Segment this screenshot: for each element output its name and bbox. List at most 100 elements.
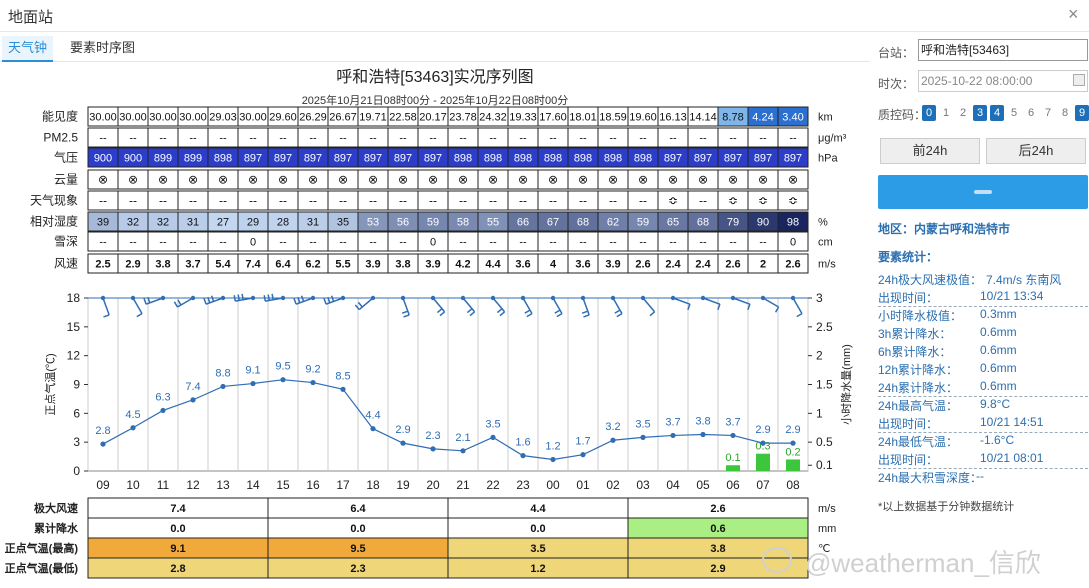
table-cell-text: -- xyxy=(459,194,467,208)
temperature-label: 4.4 xyxy=(365,410,380,422)
stat-row: 3h累计降水： 0.6mm xyxy=(878,324,1088,342)
table-cell-text: -- xyxy=(309,194,317,208)
stat-value: 0.6mm xyxy=(980,361,1017,375)
table-cell-text: -- xyxy=(729,237,737,249)
next-24h-button[interactable]: 后24h xyxy=(986,138,1086,164)
table-cell-text: -- xyxy=(639,194,647,208)
summary-cell-text: 2.8 xyxy=(170,563,185,575)
table-cell-text: 19.33 xyxy=(509,112,537,124)
wind-barb-station xyxy=(580,295,586,301)
table-cell-text: 2.5 xyxy=(95,259,110,271)
table-cell-text: 39 xyxy=(97,217,109,229)
table-cell-text: ⊗ xyxy=(518,173,528,187)
table-cell-text: 898 xyxy=(454,153,472,165)
table-cell-text: 897 xyxy=(694,153,712,165)
temperature-point xyxy=(310,379,316,386)
stat-key: 24h最大积雪深度： xyxy=(878,471,983,485)
temperature-point xyxy=(280,377,286,383)
temperature-point xyxy=(190,397,196,403)
x-tick-label: 21 xyxy=(456,478,470,492)
stat-row: 出现时间： 10/21 08:01 xyxy=(878,450,1088,468)
temperature-point xyxy=(160,407,166,414)
x-tick-label: 11 xyxy=(157,478,170,492)
wind-barb-station xyxy=(790,295,796,301)
table-cell-text: 898 xyxy=(604,153,622,165)
row-unit: μg/m³ xyxy=(818,133,847,145)
time-input[interactable]: 2025-10-22 08:00:00 xyxy=(918,70,1088,92)
temperature-point xyxy=(100,441,106,447)
precip-bar xyxy=(786,459,800,471)
wind-barb-station xyxy=(760,295,766,301)
temperature-label: 9.2 xyxy=(305,364,320,376)
x-tick-label: 20 xyxy=(426,478,440,492)
calendar-icon[interactable] xyxy=(1073,74,1085,86)
stat-key: 24h最低气温： xyxy=(878,435,959,449)
station-label: 台站： xyxy=(878,46,915,60)
table-cell-text: 3.40 xyxy=(782,112,803,124)
row-label: 气压 xyxy=(54,150,78,165)
stat-row: 24h最低气温： -1.6°C xyxy=(878,432,1088,450)
tab-weather-clock[interactable]: 天气钟 xyxy=(2,36,54,62)
y-left-tick-label: 0 xyxy=(73,464,80,478)
table-cell-text: 90 xyxy=(757,217,769,229)
wind-barb-station xyxy=(160,295,166,301)
row-label: 天气现象 xyxy=(30,193,78,208)
qc-code[interactable]: 8 xyxy=(1058,105,1072,121)
wind-barb-station xyxy=(130,295,136,301)
temperature-point xyxy=(370,426,376,432)
summary-row-label: 累计降水 xyxy=(34,521,79,535)
table-cell-text: 3.6 xyxy=(575,259,590,271)
wind-barb-station xyxy=(700,295,706,301)
table-cell-text: 5.5 xyxy=(335,259,350,271)
prev-24h-button[interactable]: 前24h xyxy=(880,138,980,164)
station-input[interactable]: 呼和浩特[53463] xyxy=(918,39,1088,61)
table-cell-text: 59 xyxy=(427,217,439,229)
table-cell-text: -- xyxy=(489,133,497,145)
table-cell-text: -- xyxy=(609,194,617,208)
summary-cell-text: 9.1 xyxy=(170,543,185,555)
table-cell-text: 5.4 xyxy=(215,259,231,271)
table-cell-text: -- xyxy=(639,133,647,145)
summary-cell-text: 7.4 xyxy=(170,503,186,515)
row-unit: % xyxy=(818,217,828,229)
table-cell-text: 897 xyxy=(754,153,772,165)
tab-element-timeseries[interactable]: 要素时序图 xyxy=(64,36,141,62)
qc-code[interactable]: 3 xyxy=(973,105,987,121)
summary-row-unit: mm xyxy=(818,523,836,535)
qc-code[interactable]: 1 xyxy=(939,105,953,121)
summary-cell-text: 2.3 xyxy=(350,563,365,575)
temperature-label: 3.5 xyxy=(635,418,650,430)
table-cell-text: 28 xyxy=(277,217,289,229)
table-cell-text: -- xyxy=(129,237,137,249)
qc-code[interactable]: 4 xyxy=(990,105,1004,121)
y-left-tick-label: 15 xyxy=(67,320,81,334)
x-tick-label: 03 xyxy=(636,478,650,492)
table-cell-text: 3.8 xyxy=(155,259,170,271)
x-tick-label: 09 xyxy=(96,478,110,492)
row-unit: km xyxy=(818,112,833,124)
qc-code[interactable]: 5 xyxy=(1007,105,1021,121)
qc-code[interactable]: 9 xyxy=(1075,105,1089,121)
stat-value: 9.8°C xyxy=(980,397,1011,411)
wind-barb-station xyxy=(640,295,646,301)
table-cell-text: ⊗ xyxy=(158,173,168,187)
temperature-point xyxy=(730,432,736,439)
table-cell-text: 30.00 xyxy=(89,112,117,124)
qc-code[interactable]: 7 xyxy=(1041,105,1055,121)
table-cell-text: 4.4 xyxy=(485,259,501,271)
table-cell-text: -- xyxy=(279,133,287,145)
table-cell-text: -- xyxy=(699,237,707,249)
table-cell-text: 0 xyxy=(430,237,436,249)
x-tick-label: 07 xyxy=(756,478,770,492)
close-icon[interactable]: × xyxy=(1068,4,1079,25)
table-cell-text: 18.01 xyxy=(569,112,597,124)
table-cell-text: -- xyxy=(189,194,197,208)
query-button[interactable] xyxy=(878,175,1088,209)
table-cell-text: 7.4 xyxy=(245,259,261,271)
table-cell-text: 16.13 xyxy=(659,112,687,124)
qc-code[interactable]: 6 xyxy=(1024,105,1038,121)
qc-code[interactable]: 0 xyxy=(922,105,936,121)
qc-code[interactable]: 2 xyxy=(956,105,970,121)
y-right-tick-label: 2.5 xyxy=(816,320,833,334)
temperature-label: 3.7 xyxy=(665,416,680,428)
